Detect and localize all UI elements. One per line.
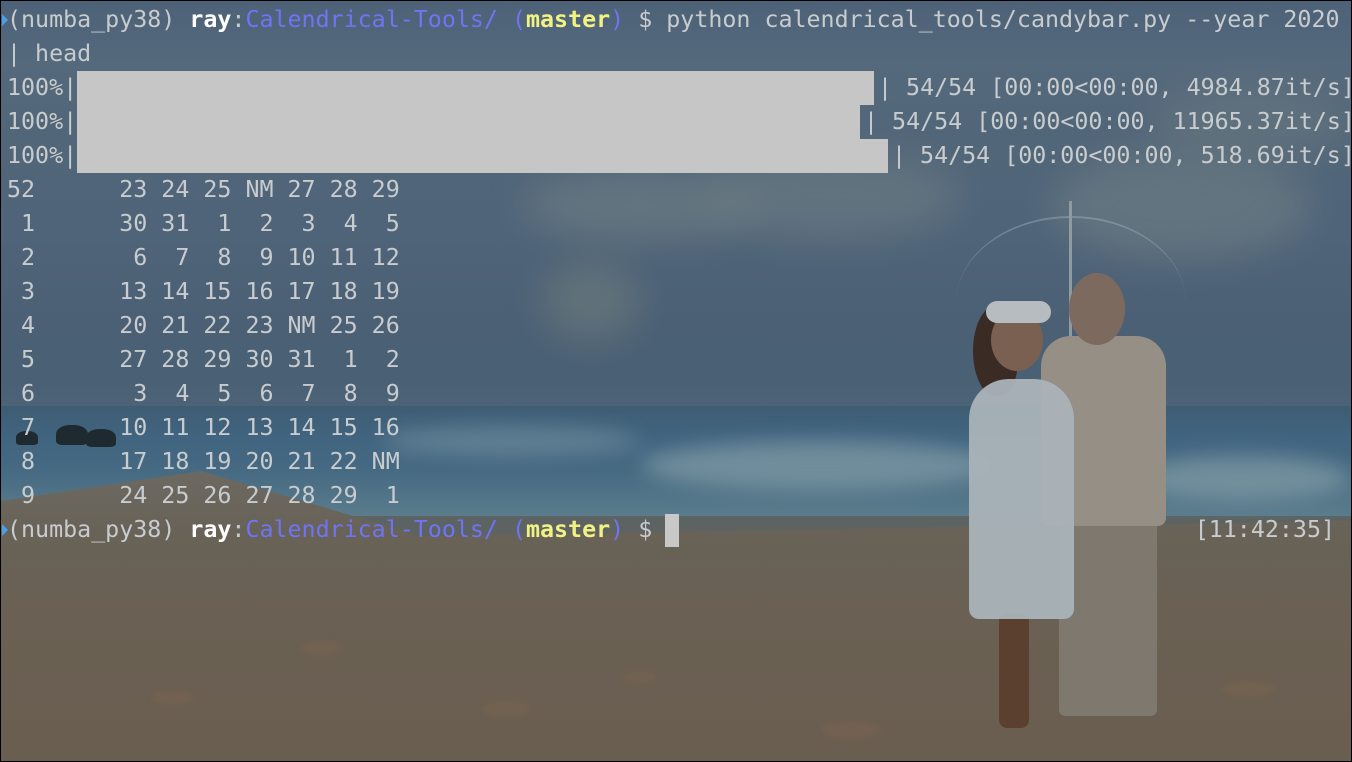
current-directory: Calendrical-Tools/ bbox=[245, 516, 498, 543]
progress-stats: | 54/54 [00:00<00:00, 4984.87it/s] bbox=[878, 74, 1351, 101]
calendar-row: 6 3 4 5 6 7 8 9 bbox=[7, 377, 400, 411]
week-days: 24 25 26 27 28 29 1 bbox=[119, 482, 400, 509]
week-days: 6 7 8 9 10 11 12 bbox=[119, 244, 400, 271]
calendar-row: 1 30 31 1 2 3 4 5 bbox=[7, 207, 400, 241]
calendar-row: 52 23 24 25 NM 27 28 29 bbox=[7, 173, 400, 207]
week-number: 7 bbox=[7, 414, 36, 441]
week-number: 8 bbox=[7, 448, 36, 475]
week-days: 30 31 1 2 3 4 5 bbox=[119, 210, 400, 237]
branch-open-paren: ( bbox=[511, 6, 526, 33]
progress-bar-fill bbox=[77, 71, 874, 105]
username: ray bbox=[189, 516, 232, 543]
progress-bar-fill bbox=[77, 139, 888, 173]
week-number: 3 bbox=[7, 278, 36, 305]
terminal-output: (numba_py38) ray:Calendrical-Tools/ (mas… bbox=[1, 1, 1351, 761]
week-number: 1 bbox=[7, 210, 36, 237]
week-number: 2 bbox=[7, 244, 36, 271]
username: ray bbox=[189, 6, 232, 33]
prompt-symbol: $ bbox=[638, 516, 653, 543]
week-days: 27 28 29 30 31 1 2 bbox=[119, 346, 400, 373]
week-number: 52 bbox=[7, 176, 36, 203]
branch-close-paren: ) bbox=[610, 516, 625, 543]
calendar-row: 8 17 18 19 20 21 22 NM bbox=[7, 445, 400, 479]
command-text: python calendrical_tools/candybar.py --y… bbox=[666, 6, 1340, 33]
week-number: 9 bbox=[7, 482, 36, 509]
progress-label: 100%| bbox=[7, 108, 78, 135]
calendar-row: 2 6 7 8 9 10 11 12 bbox=[7, 241, 400, 275]
progress-stats: | 54/54 [00:00<00:00, 11965.37it/s] bbox=[864, 108, 1351, 135]
branch-open-paren: ( bbox=[511, 516, 526, 543]
week-number: 6 bbox=[7, 380, 36, 407]
calendar-row: 3 13 14 15 16 17 18 19 bbox=[7, 275, 400, 309]
week-days: 17 18 19 20 21 22 NM bbox=[119, 448, 400, 475]
progress-label: 100%| bbox=[7, 142, 78, 169]
week-days: 10 11 12 13 14 15 16 bbox=[119, 414, 400, 441]
terminal-window[interactable]: (numba_py38) ray:Calendrical-Tools/ (mas… bbox=[1, 1, 1351, 761]
prompt-clock: [11:42:35] bbox=[1194, 516, 1335, 543]
command-continuation: | head bbox=[7, 40, 92, 67]
active-prompt-line[interactable]: (numba_py38) ray:Calendrical-Tools/ (mas… bbox=[7, 513, 652, 547]
prompt-line: (numba_py38) ray:Calendrical-Tools/ (mas… bbox=[7, 3, 1340, 37]
week-days: 3 4 5 6 7 8 9 bbox=[119, 380, 400, 407]
calendar-row: 7 10 11 12 13 14 15 16 bbox=[7, 411, 400, 445]
week-days: 23 24 25 NM 27 28 29 bbox=[119, 176, 400, 203]
prompt-separator: : bbox=[231, 6, 246, 33]
conda-env: (numba_py38) bbox=[7, 6, 176, 33]
calendar-row: 9 24 25 26 27 28 29 1 bbox=[7, 479, 400, 513]
prompt-symbol: $ bbox=[638, 6, 653, 33]
progress-bar-fill bbox=[77, 105, 860, 139]
calendar-row: 4 20 21 22 23 NM 25 26 bbox=[7, 309, 400, 343]
conda-env: (numba_py38) bbox=[7, 516, 176, 543]
progress-stats: | 54/54 [00:00<00:00, 518.69it/s] bbox=[892, 142, 1351, 169]
progress-label: 100%| bbox=[7, 74, 78, 101]
text-cursor[interactable] bbox=[665, 514, 679, 547]
git-branch: master bbox=[525, 516, 611, 543]
week-number: 4 bbox=[7, 312, 36, 339]
branch-close-paren: ) bbox=[610, 6, 625, 33]
current-directory: Calendrical-Tools/ bbox=[245, 6, 498, 33]
week-days: 13 14 15 16 17 18 19 bbox=[119, 278, 400, 305]
prompt-separator: : bbox=[231, 516, 246, 543]
git-branch: master bbox=[525, 6, 611, 33]
week-days: 20 21 22 23 NM 25 26 bbox=[119, 312, 400, 339]
calendar-row: 5 27 28 29 30 31 1 2 bbox=[7, 343, 400, 377]
week-number: 5 bbox=[7, 346, 36, 373]
